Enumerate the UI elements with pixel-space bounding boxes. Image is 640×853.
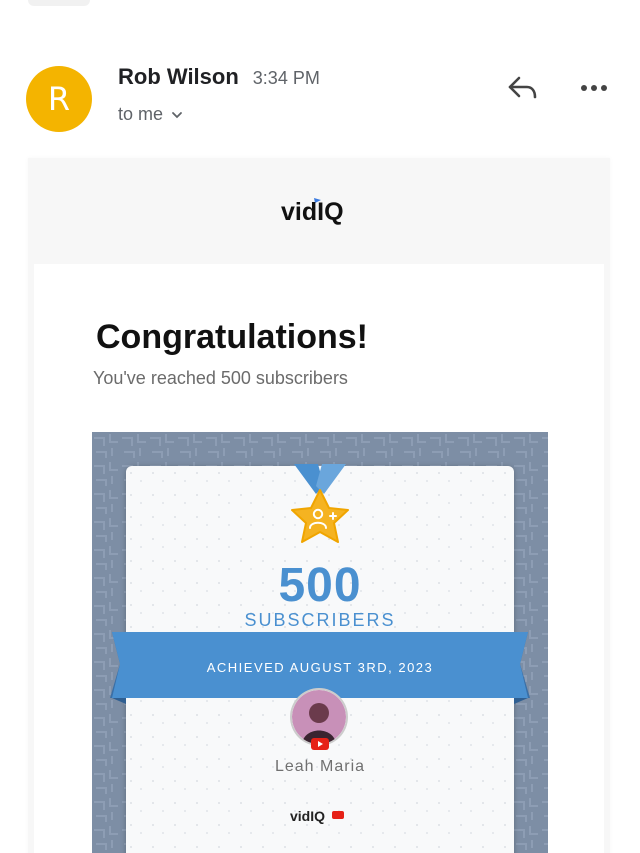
top-tab-remnant [28,0,90,6]
subscriber-count: 500 [278,559,362,612]
reply-icon [508,76,537,99]
vidiq-footer-logo: vidIQ [290,808,344,824]
youtube-icon [311,738,329,750]
brand-text: vidIQ [281,198,344,226]
headline: Congratulations! [96,318,368,356]
more-options-button[interactable] [572,70,616,106]
email-view: R Rob Wilson 3:34 PM to me vidIQ Congrat… [0,0,640,853]
chevron-down-icon [172,111,182,118]
footer-brand-text: vidIQ [290,808,325,824]
recipient-label: to me [118,104,164,124]
more-icon [581,85,607,91]
channel-name: Leah Maria [274,758,366,775]
subline: You've reached 500 subscribers [93,368,348,388]
avatar-letter: R [47,80,71,118]
channel-photo [292,690,346,744]
reply-button[interactable] [500,70,544,106]
sender-name[interactable]: Rob Wilson [118,64,239,90]
sender-row: Rob Wilson 3:34 PM [118,64,320,90]
medal-star-icon [291,464,349,543]
brand-bar: vidIQ [28,158,610,264]
sender-avatar[interactable]: R [26,66,92,132]
sent-time: 3:34 PM [252,68,320,88]
recipient-toggle[interactable]: to me [118,104,183,125]
milestone-card[interactable]: 500 SUBSCRIBERS ACHIEVED AUGUST 3RD, 202… [92,432,548,853]
email-frame: vidIQ Congratulations! You've reached 50… [28,158,610,853]
email-body: Congratulations! You've reached 500 subs… [34,264,604,853]
achieved-date: ACHIEVED AUGUST 3RD, 2023 [206,660,434,675]
vidiq-logo: vidIQ [281,198,344,226]
channel-avatar [292,690,346,744]
footer-logo: vidIQ [92,806,548,826]
